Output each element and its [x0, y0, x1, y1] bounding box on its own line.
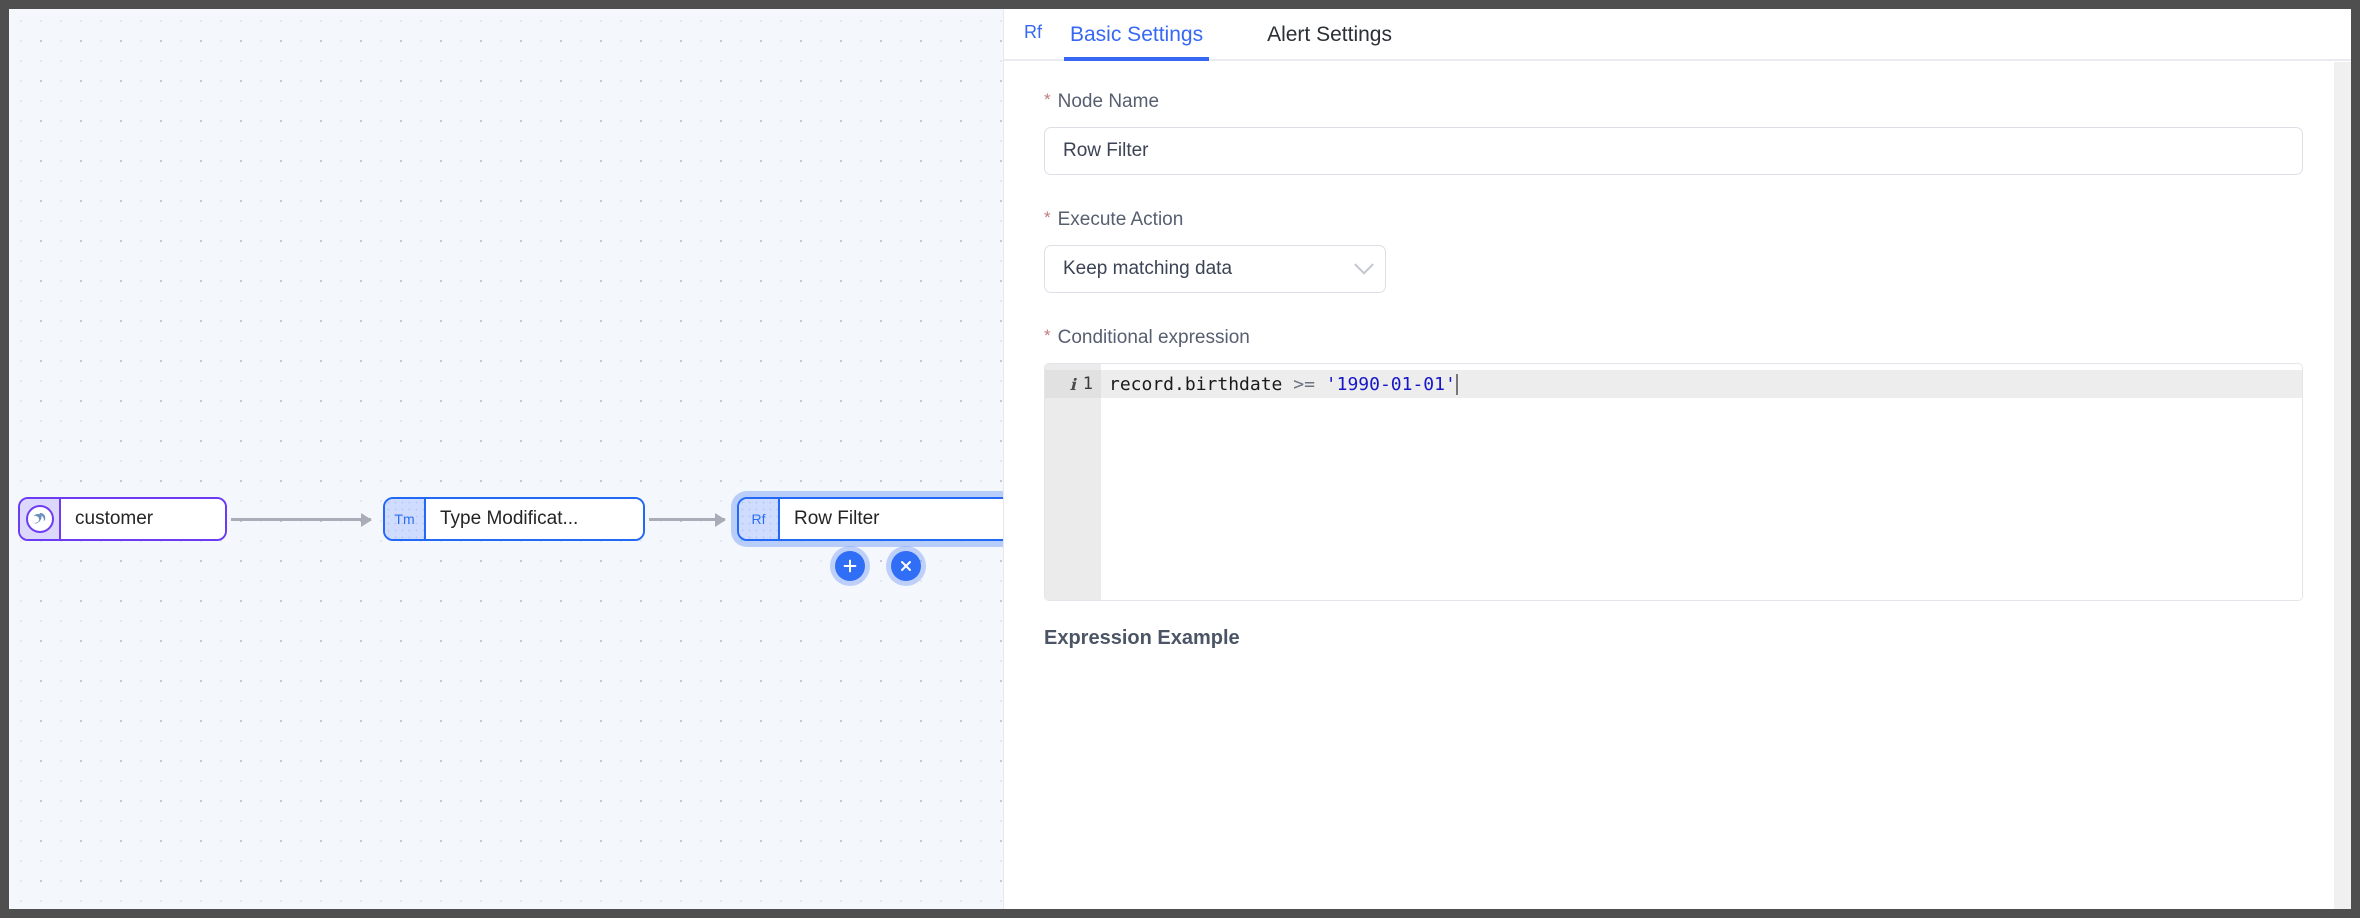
- editor-code-area[interactable]: record.birthdate >= '1990-01-01': [1101, 364, 2302, 600]
- flow-node-type-modification[interactable]: Tm Type Modificat...: [383, 497, 645, 541]
- flow-node-row-filter[interactable]: Rf Row Filter: [737, 497, 1003, 541]
- arrow-head-icon: [715, 513, 726, 527]
- node-name-input[interactable]: Row Filter: [1044, 127, 2303, 175]
- code-token-space: [1282, 374, 1293, 395]
- node-name-value: Row Filter: [1063, 140, 1149, 162]
- execute-action-label-text: Execute Action: [1058, 209, 1184, 231]
- flow-canvas[interactable]: customer Tm Type Modificat... Rf Row Fil…: [9, 9, 1003, 909]
- execute-action-label: * Execute Action: [1044, 209, 2311, 231]
- required-marker: *: [1044, 209, 1051, 228]
- edge-typemod-to-rowfilter: [649, 518, 725, 521]
- edge-customer-to-typemod: [231, 518, 371, 521]
- delete-node-button[interactable]: [891, 551, 921, 581]
- code-token-string: '1990-01-01': [1326, 374, 1456, 395]
- flow-node-customer[interactable]: customer: [18, 497, 227, 541]
- editor-code-line: record.birthdate >= '1990-01-01': [1101, 370, 2302, 398]
- node-type-badge: Rf: [739, 499, 780, 539]
- code-token-space: [1315, 374, 1326, 395]
- expression-example-title: Expression Example: [1044, 627, 2311, 650]
- execute-action-value: Keep matching data: [1063, 258, 1232, 280]
- tab-basic-settings[interactable]: Basic Settings: [1064, 9, 1209, 61]
- tab-alert-settings[interactable]: Alert Settings: [1261, 9, 1398, 61]
- add-node-button[interactable]: [835, 551, 865, 581]
- editor-line-number: 1: [1083, 374, 1093, 394]
- flow-node-label: Type Modificat...: [426, 499, 643, 539]
- code-token-identifier: record.birthdate: [1109, 374, 1282, 395]
- text-caret: [1456, 374, 1458, 395]
- mysql-dolphin-icon: [20, 499, 61, 539]
- required-marker: *: [1044, 327, 1051, 346]
- node-name-label: * Node Name: [1044, 91, 2311, 113]
- info-icon: ℹ: [1070, 375, 1076, 394]
- chevron-down-icon: [1354, 255, 1374, 275]
- editor-gutter: ℹ 1: [1045, 364, 1101, 600]
- node-name-label-text: Node Name: [1058, 91, 1159, 113]
- node-action-toolbar: [835, 551, 921, 581]
- settings-tab-bar: Rf Basic Settings Alert Settings: [1004, 9, 2351, 61]
- conditional-expression-label: * Conditional expression: [1044, 327, 2311, 349]
- app-window: customer Tm Type Modificat... Rf Row Fil…: [9, 9, 2351, 909]
- arrow-head-icon: [361, 513, 372, 527]
- settings-form: * Node Name Row Filter * Execute Action …: [1004, 61, 2351, 909]
- editor-gutter-row: ℹ 1: [1045, 370, 1101, 398]
- panel-node-badge: Rf: [1024, 22, 1042, 47]
- flow-node-label: Row Filter: [780, 499, 1003, 539]
- conditional-expression-editor[interactable]: ℹ 1 record.birthdate >= '1990-01-01': [1044, 363, 2303, 601]
- code-token-operator: >=: [1293, 374, 1315, 395]
- node-settings-panel: Rf Basic Settings Alert Settings * Node …: [1003, 9, 2351, 909]
- panel-scrollbar[interactable]: [2334, 62, 2351, 909]
- flow-node-label: customer: [61, 499, 225, 539]
- required-marker: *: [1044, 91, 1051, 110]
- conditional-expression-label-text: Conditional expression: [1058, 327, 1250, 349]
- node-type-badge: Tm: [385, 499, 426, 539]
- execute-action-select[interactable]: Keep matching data: [1044, 245, 1386, 293]
